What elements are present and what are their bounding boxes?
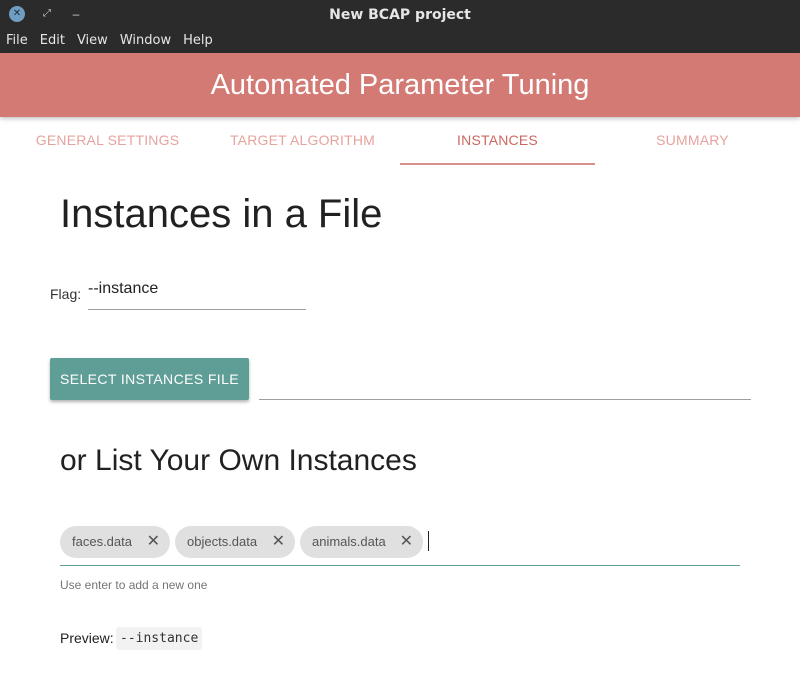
- remove-chip-icon[interactable]: ✕: [147, 526, 160, 558]
- window-titlebar: ✕ ⤢ – New BCAP project: [0, 0, 800, 29]
- menu-window[interactable]: Window: [114, 29, 177, 53]
- remove-chip-icon[interactable]: ✕: [400, 526, 413, 558]
- instances-chip-input[interactable]: faces.data ✕ objects.data ✕ animals.data…: [60, 524, 740, 566]
- remove-chip-icon[interactable]: ✕: [272, 526, 285, 558]
- flag-input[interactable]: [88, 278, 306, 310]
- tab-instances[interactable]: INSTANCES: [400, 117, 595, 165]
- menu-edit[interactable]: Edit: [34, 29, 71, 53]
- flag-label: Flag:: [50, 286, 82, 302]
- menu-file[interactable]: File: [0, 29, 34, 53]
- menubar: File Edit View Window Help: [0, 29, 800, 53]
- list-section-heading: or List Your Own Instances: [60, 444, 417, 477]
- app-title: Automated Parameter Tuning: [210, 69, 590, 101]
- select-instances-file-button[interactable]: SELECT INSTANCES FILE: [50, 358, 249, 400]
- text-caret: [428, 531, 429, 551]
- menu-view[interactable]: View: [71, 29, 114, 53]
- selected-file-field[interactable]: [259, 399, 751, 400]
- menu-help[interactable]: Help: [177, 29, 219, 53]
- chip-label: faces.data: [72, 534, 132, 549]
- app-header: Automated Parameter Tuning: [0, 53, 800, 117]
- file-section-heading: Instances in a File: [60, 192, 383, 236]
- instance-chip: objects.data ✕: [175, 526, 295, 558]
- preview-label: Preview:: [60, 630, 114, 646]
- tab-target-algorithm[interactable]: TARGET ALGORITHM: [205, 117, 400, 165]
- chip-label: objects.data: [187, 534, 258, 549]
- instance-chip: animals.data ✕: [300, 526, 423, 558]
- instance-chip: faces.data ✕: [60, 526, 170, 558]
- window-title: New BCAP project: [329, 7, 471, 23]
- tab-general-settings[interactable]: GENERAL SETTINGS: [10, 117, 205, 165]
- helper-text: Use enter to add a new one: [60, 578, 208, 592]
- chip-label: animals.data: [312, 534, 386, 549]
- tab-summary[interactable]: SUMMARY: [595, 117, 790, 165]
- preview-code: --instance: [116, 627, 203, 650]
- tab-bar: GENERAL SETTINGS TARGET ALGORITHM INSTAN…: [10, 117, 790, 165]
